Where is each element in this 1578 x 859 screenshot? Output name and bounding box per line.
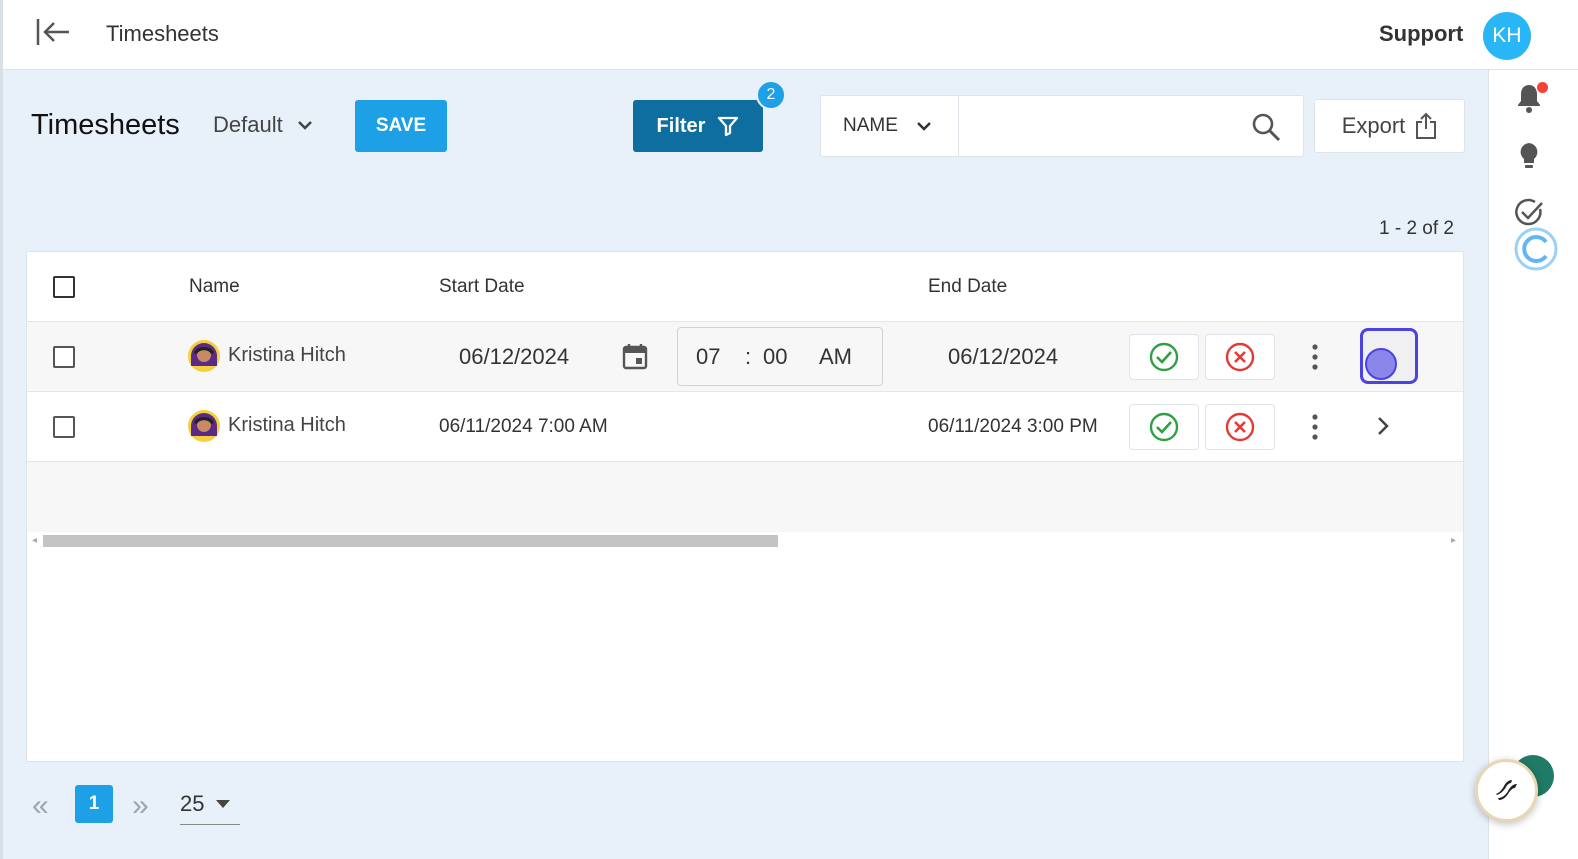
app-title: Timesheets: [106, 21, 219, 46]
row-checkbox[interactable]: [53, 346, 75, 368]
page-title: Timesheets: [31, 109, 180, 141]
column-header-end-date[interactable]: End Date: [928, 276, 1007, 298]
export-label: Export: [1341, 113, 1406, 138]
user-avatar: [188, 410, 220, 442]
next-pages-icon[interactable]: »: [132, 789, 149, 823]
user-avatar: [188, 340, 220, 372]
view-select[interactable]: Default: [213, 112, 313, 138]
lightbulb-icon[interactable]: [1513, 140, 1545, 172]
approve-icon: [1149, 412, 1179, 442]
export-button[interactable]: Export: [1314, 99, 1465, 153]
support-link[interactable]: Support: [1379, 21, 1463, 47]
approve-button[interactable]: [1129, 404, 1199, 450]
export-icon: [1416, 112, 1437, 139]
right-rail: [1488, 70, 1578, 859]
save-button[interactable]: SAVE: [355, 100, 447, 152]
time-ampm[interactable]: AM: [819, 344, 852, 370]
check-circle-icon[interactable]: [1513, 197, 1545, 229]
employee-name: Kristina Hitch: [228, 414, 346, 436]
approve-icon: [1149, 342, 1179, 372]
results-count: 1 - 2 of 2: [1379, 218, 1454, 239]
horizontal-scrollbar[interactable]: ◂ ▸: [27, 533, 1463, 549]
scrollbar-thumb[interactable]: [43, 535, 778, 547]
table-row: Kristina Hitch 06/11/2024 7:00 AM 06/11/…: [27, 392, 1463, 462]
expand-row-button[interactable]: [1360, 328, 1418, 384]
time-minute[interactable]: 00: [763, 344, 787, 370]
timesheet-grid: Name Start Date End Date Kristina Hitch …: [26, 251, 1464, 762]
search-field-select[interactable]: NAME: [821, 96, 959, 156]
user-avatar[interactable]: KH: [1483, 12, 1531, 60]
refresh-icon[interactable]: [1513, 226, 1559, 272]
select-all-checkbox[interactable]: [53, 276, 75, 298]
cursor-indicator: [1365, 348, 1397, 380]
column-header-start-date[interactable]: Start Date: [439, 276, 525, 298]
end-datetime: 06/11/2024 3:00 PM: [928, 416, 1098, 437]
approve-button[interactable]: [1129, 334, 1199, 380]
start-time-input[interactable]: 07 : 00 AM: [677, 327, 883, 386]
chevron-right-icon[interactable]: [1371, 414, 1395, 438]
reject-icon: [1225, 412, 1255, 442]
filter-icon: [718, 116, 739, 137]
notification-dot: [1537, 82, 1548, 93]
chevron-down-icon: [297, 121, 312, 130]
calendar-icon[interactable]: [621, 342, 649, 370]
row-checkbox[interactable]: [53, 416, 75, 438]
start-datetime: 06/11/2024 7:00 AM: [439, 416, 608, 437]
assistant-button[interactable]: [1475, 759, 1538, 822]
filter-count-badge: 2: [756, 80, 786, 110]
left-edge: [0, 0, 3, 859]
column-header-name[interactable]: Name: [189, 276, 240, 298]
table-row: Kristina Hitch 06/12/2024 07 : 00 AM 06/…: [27, 322, 1463, 392]
reject-icon: [1225, 342, 1255, 372]
brand-logo-icon: [1495, 779, 1517, 800]
search-input[interactable]: [961, 104, 1241, 148]
top-bar: Timesheets Support KH: [3, 0, 1578, 70]
scroll-left-icon[interactable]: ◂: [32, 535, 37, 546]
page-size-value: 25: [180, 790, 205, 816]
more-vertical-icon[interactable]: [1309, 342, 1321, 372]
search-icon[interactable]: [1251, 112, 1281, 142]
start-date-input[interactable]: 06/12/2024: [459, 344, 569, 370]
filter-button[interactable]: Filter: [633, 100, 763, 152]
employee-name: Kristina Hitch: [228, 344, 346, 366]
filter-label: Filter: [656, 114, 706, 137]
view-select-value: Default: [213, 112, 283, 137]
end-date-input[interactable]: 06/12/2024: [948, 344, 1058, 370]
chevron-down-icon: [917, 122, 931, 131]
collapse-sidebar-icon[interactable]: [35, 16, 71, 48]
grid-header: Name Start Date End Date: [27, 252, 1463, 322]
reject-button[interactable]: [1205, 404, 1275, 450]
empty-area: [27, 462, 1463, 532]
page-number-current[interactable]: 1: [75, 785, 113, 823]
prev-pages-icon[interactable]: «: [32, 789, 49, 823]
scroll-right-icon[interactable]: ▸: [1451, 535, 1456, 546]
page-size-select[interactable]: 25: [180, 783, 240, 825]
time-separator: :: [745, 344, 752, 369]
more-vertical-icon[interactable]: [1309, 412, 1321, 442]
caret-down-icon: [216, 799, 231, 808]
search-field-value: NAME: [843, 115, 898, 136]
reject-button[interactable]: [1205, 334, 1275, 380]
time-hour[interactable]: 07: [696, 344, 720, 370]
search-box: NAME: [820, 95, 1304, 157]
